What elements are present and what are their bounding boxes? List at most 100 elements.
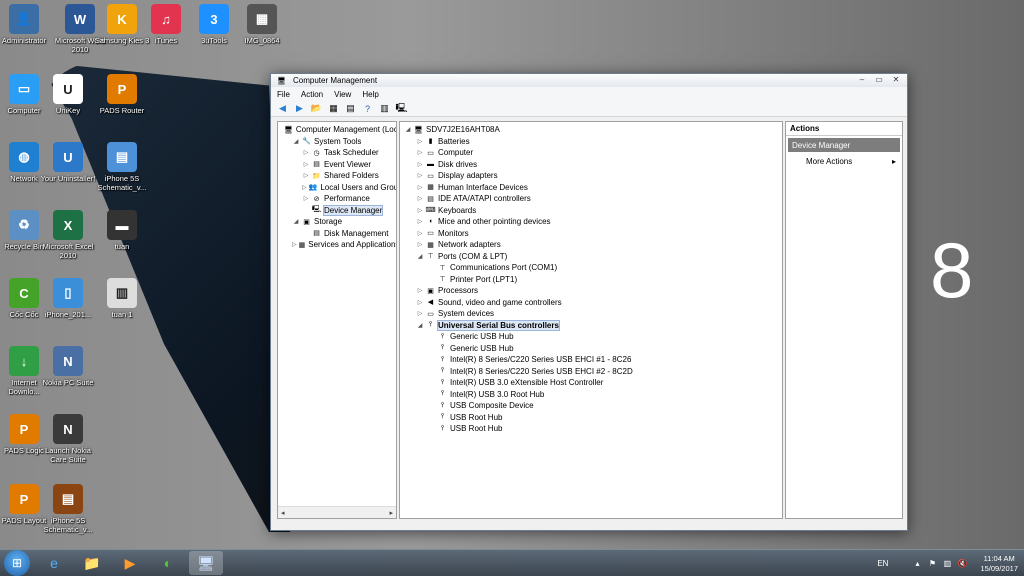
tree-item-intel-r-8-series-c220-series-usb-ehci-1-8c26[interactable]: ⫯ Intel(R) 8 Series/C220 Series USB EHCI … [400, 354, 782, 366]
action-center-icon[interactable]: ⚑ [927, 559, 937, 569]
tree-item-generic-usb-hub[interactable]: ⫯ Generic USB Hub [400, 331, 782, 343]
properties-icon[interactable]: ▤ [345, 103, 356, 114]
desktop-icon-tuan-1[interactable]: ▥ tuan 1 [93, 278, 151, 319]
tree-item-network-adapters[interactable]: ▷ ▦ Network adapters [400, 239, 782, 251]
maximize-button[interactable]: ▭ [872, 76, 886, 85]
menu-action[interactable]: Action [301, 90, 323, 99]
tree-item-sound-video-and-game-controllers[interactable]: ▷ ◀ Sound, video and game controllers [400, 297, 782, 309]
minimize-button[interactable]: – [855, 76, 869, 85]
tree-item-ports-com-lpt[interactable]: ◢ ⊤ Ports (COM & LPT) [400, 251, 782, 263]
expand-arrow-icon[interactable]: ▷ [416, 241, 424, 248]
clock[interactable]: 11:04 AM 15/09/2017 [980, 554, 1018, 574]
desktop-icon-iphone-5s-schematic-v[interactable]: ▤ iPhone 5S Schematic_v... [93, 142, 151, 192]
forward-arrow-icon[interactable]: ▶ [294, 103, 305, 114]
tree-item-usb-composite-device[interactable]: ⫯ USB Composite Device [400, 400, 782, 412]
expand-arrow-icon[interactable]: ▷ [416, 207, 424, 214]
tray-expand-icon[interactable]: ▴ [912, 559, 922, 569]
tree-item-communications-port-com1[interactable]: ⊤ Communications Port (COM1) [400, 262, 782, 274]
close-button[interactable]: ✕ [889, 76, 903, 85]
expand-arrow-icon[interactable]: ▷ [416, 172, 424, 179]
desktop-icon-pads-router[interactable]: P PADS Router [93, 74, 151, 115]
tree-item-ide-ata-atapi-controllers[interactable]: ▷ ▤ IDE ATA/ATAPI controllers [400, 193, 782, 205]
expand-arrow-icon[interactable]: ▷ [416, 230, 424, 237]
start-button[interactable]: ⊞ [4, 550, 30, 576]
tree-item-system-tools[interactable]: ◢ 🔧 System Tools [278, 136, 396, 148]
expand-arrow-icon[interactable]: ▷ [416, 195, 424, 202]
scan-hardware-icon[interactable]: 🖳 [396, 103, 408, 114]
tree-item-universal-serial-bus-controllers[interactable]: ◢ ⫯ Universal Serial Bus controllers [400, 319, 782, 332]
media-player-icon[interactable]: ▶ [113, 551, 147, 575]
up-folder-icon[interactable]: 📂 [311, 103, 322, 114]
tree-item-keyboards[interactable]: ▷ ⌨ Keyboards [400, 205, 782, 217]
menu-view[interactable]: View [334, 90, 351, 99]
expand-arrow-icon[interactable]: ▷ [416, 299, 424, 306]
tree-item-sdv7j2e16aht08a[interactable]: ◢ 🖥 SDV7J2E16AHT08A [400, 124, 782, 136]
desktop-icon-nokia-pc-suite[interactable]: N Nokia PC Suite [39, 346, 97, 387]
scroll-right-icon[interactable]: ▸ [389, 509, 393, 517]
tree-item-usb-root-hub[interactable]: ⫯ USB Root Hub [400, 412, 782, 424]
tree-item-intel-r-usb-3-0-root-hub[interactable]: ⫯ Intel(R) USB 3.0 Root Hub [400, 389, 782, 401]
more-actions-item[interactable]: More Actions ▸ [786, 154, 902, 168]
help-icon[interactable]: ? [362, 103, 373, 114]
tree-item-shared-folders[interactable]: ▷ 📁 Shared Folders [278, 170, 396, 182]
expand-arrow-icon[interactable]: ▷ [416, 218, 424, 225]
desktop-icon-tuan[interactable]: ▬ tuan [93, 210, 151, 251]
tree-item-system-devices[interactable]: ▷ ▭ System devices [400, 308, 782, 320]
expand-arrow-icon[interactable]: ▷ [416, 287, 424, 294]
desktop-icon-your-uninstaller[interactable]: U Your Uninstaller! [39, 142, 97, 183]
tree-item-printer-port-lpt1[interactable]: ⊤ Printer Port (LPT1) [400, 274, 782, 286]
scroll-left-icon[interactable]: ◂ [281, 509, 285, 517]
horizontal-scrollbar[interactable]: ◂ ▸ [278, 506, 396, 518]
tree-item-computer[interactable]: ▷ ▭ Computer [400, 147, 782, 159]
tree-item-disk-management[interactable]: ▤ Disk Management [278, 228, 396, 240]
tree-item-generic-usb-hub[interactable]: ⫯ Generic USB Hub [400, 343, 782, 355]
collapse-arrow-icon[interactable]: ◢ [292, 138, 300, 145]
expand-arrow-icon[interactable]: ▷ [302, 184, 307, 191]
collapse-arrow-icon[interactable]: ◢ [416, 322, 424, 329]
tree-item-intel-r-usb-3-0-extensible-host-controller[interactable]: ⫯ Intel(R) USB 3.0 eXtensible Host Contro… [400, 377, 782, 389]
expand-arrow-icon[interactable]: ▷ [302, 172, 310, 179]
collapse-arrow-icon[interactable]: ◢ [404, 126, 412, 133]
desktop-icon-iphone-201[interactable]: ▯ iPhone_201... [39, 278, 97, 319]
details-icon[interactable]: ▥ [379, 103, 390, 114]
tree-item-device-manager[interactable]: 🖳 Device Manager [278, 204, 396, 217]
expand-arrow-icon[interactable]: ▷ [416, 310, 424, 317]
tree-item-event-viewer[interactable]: ▷ ▤ Event Viewer [278, 159, 396, 171]
file-explorer-icon[interactable]: 📁 [75, 551, 109, 575]
desktop-icon-iphone-5s-schematic-v[interactable]: ▤ iPhone 5S Schematic_v... [39, 484, 97, 534]
language-indicator[interactable]: EN [877, 559, 888, 568]
actions-section-device-manager[interactable]: Device Manager [788, 138, 900, 152]
desktop-icon-img-0864[interactable]: ▦ IMG_0864 [233, 4, 291, 45]
tree-item-services-and-applications[interactable]: ▷ ▦ Services and Applications [278, 239, 396, 251]
tree-item-processors[interactable]: ▷ ▣ Processors [400, 285, 782, 297]
back-arrow-icon[interactable]: ◀ [277, 103, 288, 114]
tree-item-display-adapters[interactable]: ▷ ▭ Display adapters [400, 170, 782, 182]
tree-item-performance[interactable]: ▷ ⊘ Performance [278, 193, 396, 205]
expand-arrow-icon[interactable]: ▷ [292, 241, 297, 248]
desktop-icon-administrator[interactable]: 👤 Administrator [0, 4, 53, 45]
menu-help[interactable]: Help [362, 90, 378, 99]
expand-arrow-icon[interactable]: ▷ [416, 149, 424, 156]
expand-arrow-icon[interactable]: ▷ [302, 195, 310, 202]
desktop-icon-launch-nokia-care-suite[interactable]: N Launch Nokia Care Suite [39, 414, 97, 464]
show-hide-tree-icon[interactable]: ▦ [328, 103, 339, 114]
tree-item-local-users-and-groups[interactable]: ▷👥Local Users and Groups [278, 182, 396, 194]
expand-arrow-icon[interactable]: ▷ [416, 138, 424, 145]
collapse-arrow-icon[interactable]: ◢ [416, 253, 424, 260]
tree-item-storage[interactable]: ◢ ▣ Storage [278, 216, 396, 228]
volume-muted-icon[interactable]: 🔇 [957, 559, 967, 569]
tree-item-monitors[interactable]: ▷ ▭ Monitors [400, 228, 782, 240]
menu-file[interactable]: File [277, 90, 290, 99]
internet-explorer-icon[interactable]: e [37, 551, 71, 575]
tree-item-human-interface-devices[interactable]: ▷ ▦ Human Interface Devices [400, 182, 782, 194]
desktop-icon-microsoft-excel-2010[interactable]: X Microsoft Excel 2010 [39, 210, 97, 260]
expand-arrow-icon[interactable]: ▷ [416, 184, 424, 191]
tree-item-batteries[interactable]: ▷ ▮ Batteries [400, 136, 782, 148]
network-icon[interactable]: ▥ [942, 559, 952, 569]
expand-arrow-icon[interactable]: ▷ [302, 149, 310, 156]
tree-item-disk-drives[interactable]: ▷ ▬ Disk drives [400, 159, 782, 171]
expand-arrow-icon[interactable]: ▷ [416, 161, 424, 168]
tree-item-task-scheduler[interactable]: ▷ ◷ Task Scheduler [278, 147, 396, 159]
coc-coc-browser-icon[interactable]: ◐ [151, 551, 185, 575]
tree-item-mice-and-other-pointing-devices[interactable]: ▷ ◖ Mice and other pointing devices [400, 216, 782, 228]
